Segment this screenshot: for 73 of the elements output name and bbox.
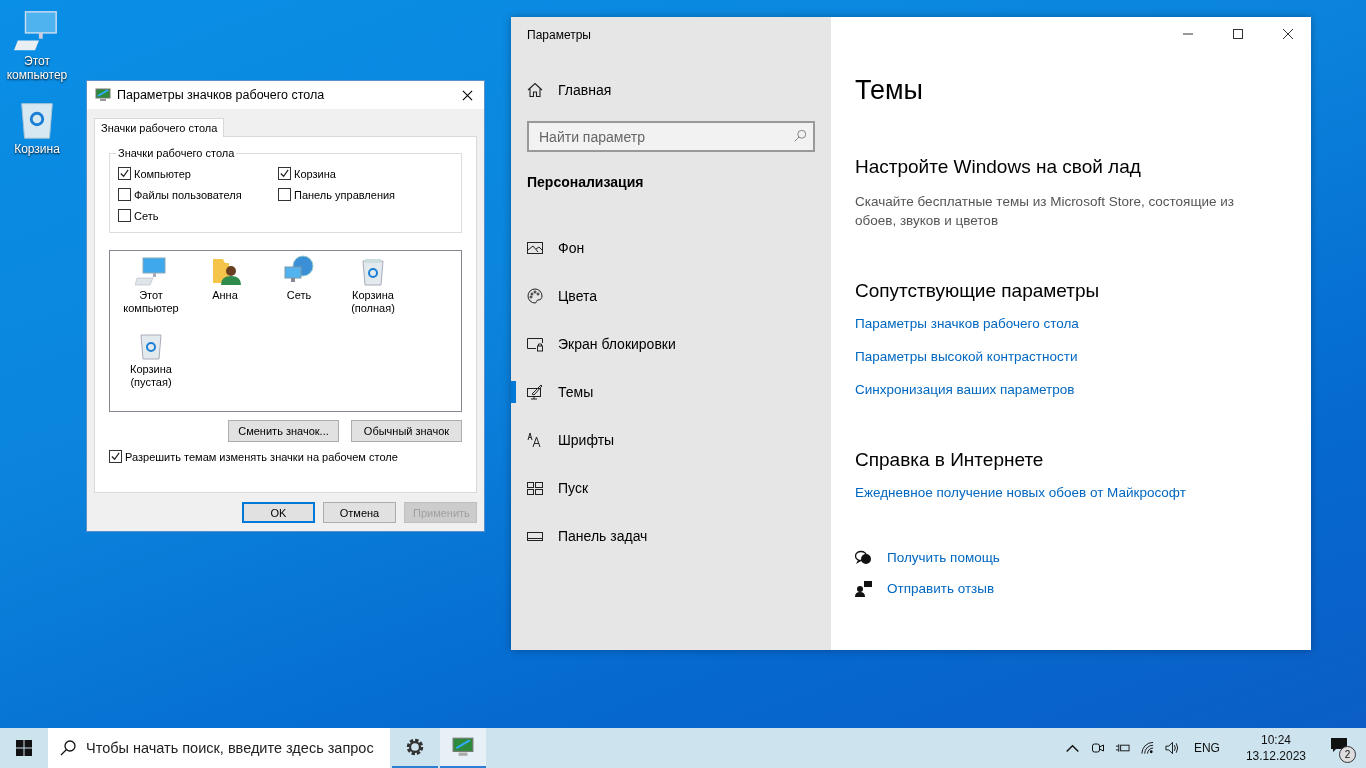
close-icon[interactable]: [462, 89, 473, 101]
language-indicator[interactable]: ENG: [1193, 741, 1220, 755]
help-link[interactable]: Отправить отзыв: [887, 579, 995, 598]
picture-icon: [527, 240, 543, 256]
section-heading: Персонализация: [527, 174, 645, 190]
window-title: Параметры: [527, 28, 592, 42]
tab[interactable]: Значки рабочего стола: [94, 118, 225, 137]
camera-icon[interactable]: [1089, 741, 1105, 755]
search-icon[interactable]: [793, 129, 807, 143]
lock-icon: [527, 336, 543, 352]
checkbox[interactable]: [278, 167, 291, 180]
maximize-icon[interactable]: [1233, 29, 1243, 39]
section-heading: Справка в Интернете: [855, 449, 1044, 471]
checkbox-label[interactable]: Корзина: [294, 167, 336, 180]
section-heading: Настройте Windows на свой лад: [855, 156, 1141, 178]
nav-item[interactable]: Панель задач: [511, 512, 815, 560]
dialog-button[interactable]: Сменить значок...: [228, 420, 339, 442]
checkbox[interactable]: [118, 209, 131, 222]
windows-start-icon[interactable]: [16, 740, 32, 756]
checkbox[interactable]: [109, 450, 122, 463]
wifi-icon[interactable]: [1139, 741, 1155, 755]
group-title: Значки рабочего стола: [116, 147, 237, 159]
icon-label[interactable]: Сеть: [264, 289, 334, 302]
checkbox-label[interactable]: Файлы пользователя: [134, 188, 242, 201]
clock[interactable]: 10:24 13.12.2023: [1245, 732, 1306, 764]
checkbox[interactable]: [118, 188, 131, 201]
nav-item[interactable]: Экран блокировки: [511, 320, 815, 368]
notification-count: 2: [1339, 746, 1356, 763]
volume-icon[interactable]: [1164, 741, 1180, 755]
battery-plug-icon[interactable]: [1114, 741, 1130, 755]
description-text: Скачайте бесплатные темы из Microsoft Store, состоящие из обоев, звуков и цветов: [855, 193, 1236, 230]
desktop-icon-label[interactable]: Этот компьютер: [4, 54, 70, 82]
settings-link[interactable]: Ежедневное получение новых обоев от Майкрософт: [855, 483, 1186, 502]
page-title: Темы: [855, 75, 924, 106]
display-icon: [95, 87, 111, 103]
themes-icon: [527, 384, 543, 400]
chat-question-icon: [855, 549, 873, 566]
icon-label[interactable]: Корзина (полная): [338, 289, 408, 315]
person-feedback-icon: [855, 580, 873, 597]
window-title: Параметры значков рабочего стола: [117, 88, 326, 102]
dialog-button[interactable]: Обычный значок: [351, 420, 462, 442]
cancel-button[interactable]: Отмена: [323, 502, 396, 523]
display-icon: [452, 736, 474, 758]
home-nav-item[interactable]: Главная: [527, 82, 815, 98]
settings-link[interactable]: Параметры высокой контрастности: [855, 347, 1078, 366]
nav-item[interactable]: Фон: [511, 224, 815, 272]
section-heading: Сопутствующие параметры: [855, 280, 1100, 302]
close-icon[interactable]: [1283, 29, 1293, 39]
icon-label[interactable]: Анна: [190, 289, 260, 302]
nav-item[interactable]: Пуск: [511, 464, 815, 512]
start-icon: [527, 480, 543, 496]
settings-link[interactable]: Параметры значков рабочего стола: [855, 314, 1079, 333]
home-icon: [527, 82, 543, 98]
checkbox-label[interactable]: Разрешить темам изменять значки на рабочем столе: [125, 450, 398, 463]
settings-icon: [404, 736, 426, 758]
search-field[interactable]: Найти параметр: [527, 121, 815, 152]
checkbox-label[interactable]: Сеть: [134, 209, 159, 222]
help-link[interactable]: Получить помощь: [887, 548, 1000, 567]
taskbar-search-field[interactable]: Чтобы начать поиск, введите здесь запрос: [48, 728, 390, 768]
palette-icon: [527, 288, 543, 304]
desktop-icon-label[interactable]: Корзина: [14, 142, 60, 156]
nav-item[interactable]: Цвета: [511, 272, 815, 320]
settings-link[interactable]: Синхронизация ваших параметров: [855, 380, 1075, 399]
checkbox-label[interactable]: Компьютер: [134, 167, 191, 180]
icon-label[interactable]: Корзина (пустая): [116, 363, 186, 389]
checkbox[interactable]: [118, 167, 131, 180]
checkbox[interactable]: [278, 188, 291, 201]
ok-button[interactable]: OK: [242, 502, 315, 523]
checkbox-label[interactable]: Панель управления: [294, 188, 396, 201]
icon-label[interactable]: Этот компьютер: [116, 289, 186, 315]
nav-item[interactable]: Шрифты: [511, 416, 815, 464]
fonts-icon: [527, 432, 543, 448]
computer-icon[interactable]: [135, 255, 167, 287]
